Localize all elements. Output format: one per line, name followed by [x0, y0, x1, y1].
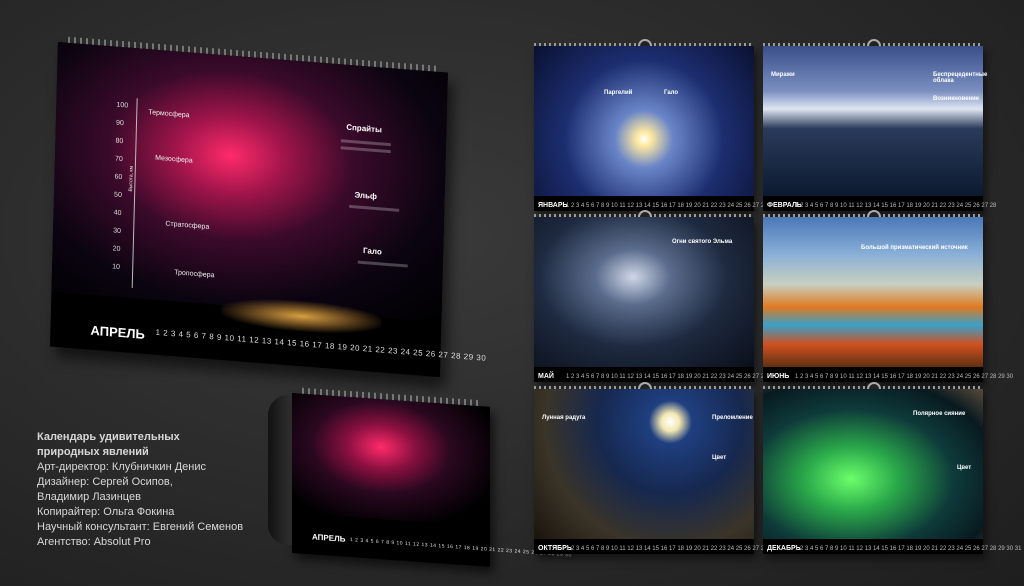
sprite-photo	[292, 393, 490, 527]
caption: Цвет	[957, 465, 972, 471]
wall-calendar-january: Паргелий Гало ЯНВАРЬ 1 2 3 4 5 6 7 8 9 1…	[534, 39, 792, 211]
annotation-title: Эльф	[354, 190, 378, 202]
caption: Цвет	[712, 455, 727, 461]
day-numbers: 1 2 3 4 5 6 7 8 9 10 11 12 13 14 15 16 1…	[795, 203, 997, 209]
caption: Гало	[664, 90, 679, 96]
caption: Возникновение	[933, 96, 980, 102]
desk-calendar-small: АПРЕЛЬ 1 2 3 4 5 6 7 8 9 10 11 12 13 14 …	[292, 387, 572, 567]
tick-label: 30	[113, 227, 122, 236]
credit-line: Научный консультант: Евгений Семенов	[37, 521, 244, 533]
caption: Миражи	[771, 72, 795, 78]
tick-label: 60	[114, 173, 123, 182]
credit-line: Копирайтер: Ольга Фокина	[37, 506, 175, 518]
day-numbers: 1 2 3 4 5 6 7 8 9 10 11 12 13 14 15 16 1…	[566, 546, 793, 552]
month-label: ЯНВАРЬ	[538, 202, 568, 209]
caption: Большой призматический источник	[861, 245, 968, 251]
caption: Беспрецедентные облака	[933, 72, 988, 84]
credit-line: Дизайнер: Сергей Осипов,	[37, 476, 173, 488]
caption: Преломление	[712, 415, 753, 421]
halo-photo	[534, 46, 754, 196]
wall-calendar-may: Огни святого Эльма МАЙ 1 2 3 4 5 6 7 8 9…	[534, 210, 792, 382]
geyser-photo	[763, 217, 983, 367]
wall-calendar-february: Миражи Беспрецедентные облака Возникнове…	[763, 39, 996, 211]
day-numbers: 1 2 3 4 5 6 7 8 9 10 11 12 13 14 15 16 1…	[795, 546, 1022, 552]
tick-label: 50	[114, 191, 122, 200]
caption: Полярное сияние	[913, 411, 966, 417]
tick-label: 40	[113, 209, 122, 218]
annotation-title: Гало	[362, 246, 382, 257]
tick-label: 100	[116, 101, 129, 110]
month-label: МАЙ	[538, 373, 554, 380]
wall-calendar-october: Лунная радуга Преломление Цвет ОКТЯБРЬ 1…	[534, 382, 792, 554]
caption: Паргелий	[604, 90, 633, 96]
sprite-photo	[51, 42, 448, 323]
wall-calendar-june: Большой призматический источник ИЮНЬ 1 2…	[763, 210, 1013, 382]
credits-block: Календарь удивительных природных явлений…	[37, 430, 243, 550]
desk-calendar-large: 100 90 80 70 60 50 40 30 20 10 Термосфер…	[50, 36, 486, 378]
tick-label: 70	[114, 155, 123, 164]
credits-title: Календарь удивительных	[37, 431, 180, 443]
caption: Лунная радуга	[542, 415, 586, 421]
day-numbers: 1 2 3 4 5 6 7 8 9 10 11 12 13 14 15 16 1…	[566, 374, 793, 380]
credit-line: Владимир Лазинцев	[37, 491, 141, 503]
month-label: АПРЕЛЬ	[312, 532, 346, 544]
moonbow-photo	[534, 389, 754, 539]
tick-label: 10	[112, 263, 121, 271]
credit-line: Арт-директор: Клубничкин Денис	[37, 461, 206, 473]
day-numbers: 1 2 3 4 5 6 7 8 9 10 11 12 13 14 15 16 1…	[155, 327, 487, 363]
day-numbers: 1 2 3 4 5 6 7 8 9 10 11 12 13 14 15 16 1…	[566, 203, 793, 209]
credit-line: Агентство: Absolut Pro	[37, 536, 151, 548]
month-label: ИЮНЬ	[767, 373, 790, 380]
month-label: АПРЕЛЬ	[90, 322, 146, 342]
tick-label: 80	[115, 137, 124, 146]
tick-label: 20	[112, 245, 121, 253]
caption: Огни святого Эльма	[672, 239, 733, 245]
wall-calendar-december: Полярное сияние Цвет ДЕКАБРЬ 1 2 3 4 5 6…	[763, 382, 1021, 554]
axis-label: Высота, км	[127, 165, 135, 192]
day-numbers: 1 2 3 4 5 6 7 8 9 10 11 12 13 14 15 16 1…	[795, 374, 1014, 380]
tick-label: 90	[115, 119, 124, 128]
credits-title: природных явлений	[37, 446, 149, 458]
lenticular-cloud-photo	[763, 46, 983, 196]
